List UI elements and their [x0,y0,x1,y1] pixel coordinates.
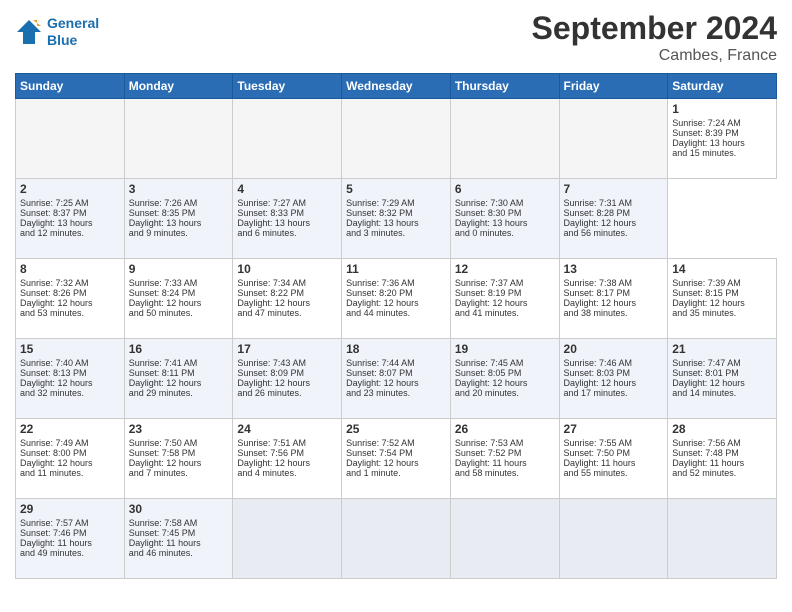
calendar-cell: 2Sunrise: 7:25 AMSunset: 8:37 PMDaylight… [16,179,125,259]
empty-cell [559,99,668,179]
calendar-cell [559,499,668,579]
calendar-cell: 18Sunrise: 7:44 AMSunset: 8:07 PMDayligh… [342,339,451,419]
col-sunday: Sunday [16,74,125,99]
col-saturday: Saturday [668,74,777,99]
calendar-cell: 28Sunrise: 7:56 AMSunset: 7:48 PMDayligh… [668,419,777,499]
calendar-cell [342,499,451,579]
title-block: September 2024 Cambes, France [532,10,777,65]
calendar-cell: 15Sunrise: 7:40 AMSunset: 8:13 PMDayligh… [16,339,125,419]
month-title: September 2024 [532,10,777,47]
calendar-header-row: Sunday Monday Tuesday Wednesday Thursday… [16,74,777,99]
empty-cell [450,99,559,179]
calendar-cell: 25Sunrise: 7:52 AMSunset: 7:54 PMDayligh… [342,419,451,499]
calendar-table: Sunday Monday Tuesday Wednesday Thursday… [15,73,777,579]
logo: General Blue [15,15,99,49]
empty-cell [342,99,451,179]
calendar-cell: 6Sunrise: 7:30 AMSunset: 8:30 PMDaylight… [450,179,559,259]
page-header: General Blue September 2024 Cambes, Fran… [15,10,777,65]
calendar-cell: 5Sunrise: 7:29 AMSunset: 8:32 PMDaylight… [342,179,451,259]
calendar-cell: 7Sunrise: 7:31 AMSunset: 8:28 PMDaylight… [559,179,668,259]
calendar-cell: 11Sunrise: 7:36 AMSunset: 8:20 PMDayligh… [342,259,451,339]
calendar-cell: 23Sunrise: 7:50 AMSunset: 7:58 PMDayligh… [124,419,233,499]
calendar-cell: 1Sunrise: 7:24 AMSunset: 8:39 PMDaylight… [668,99,777,179]
calendar-cell: 24Sunrise: 7:51 AMSunset: 7:56 PMDayligh… [233,419,342,499]
col-monday: Monday [124,74,233,99]
calendar-cell: 9Sunrise: 7:33 AMSunset: 8:24 PMDaylight… [124,259,233,339]
calendar-cell [233,499,342,579]
calendar-cell: 8Sunrise: 7:32 AMSunset: 8:26 PMDaylight… [16,259,125,339]
empty-cell [124,99,233,179]
calendar-cell: 20Sunrise: 7:46 AMSunset: 8:03 PMDayligh… [559,339,668,419]
calendar-cell: 3Sunrise: 7:26 AMSunset: 8:35 PMDaylight… [124,179,233,259]
calendar-cell: 4Sunrise: 7:27 AMSunset: 8:33 PMDaylight… [233,179,342,259]
calendar-cell: 21Sunrise: 7:47 AMSunset: 8:01 PMDayligh… [668,339,777,419]
calendar-cell: 26Sunrise: 7:53 AMSunset: 7:52 PMDayligh… [450,419,559,499]
col-friday: Friday [559,74,668,99]
calendar-cell: 19Sunrise: 7:45 AMSunset: 8:05 PMDayligh… [450,339,559,419]
logo-text-blue: Blue [47,32,99,49]
logo-text-general: General [47,15,99,32]
calendar-cell: 22Sunrise: 7:49 AMSunset: 8:00 PMDayligh… [16,419,125,499]
location: Cambes, France [532,47,777,65]
empty-cell [233,99,342,179]
calendar-cell: 29Sunrise: 7:57 AMSunset: 7:46 PMDayligh… [16,499,125,579]
col-tuesday: Tuesday [233,74,342,99]
calendar-cell: 16Sunrise: 7:41 AMSunset: 8:11 PMDayligh… [124,339,233,419]
calendar-cell [450,499,559,579]
logo-icon [15,18,43,46]
calendar-cell: 13Sunrise: 7:38 AMSunset: 8:17 PMDayligh… [559,259,668,339]
calendar-cell: 12Sunrise: 7:37 AMSunset: 8:19 PMDayligh… [450,259,559,339]
calendar-cell: 10Sunrise: 7:34 AMSunset: 8:22 PMDayligh… [233,259,342,339]
calendar-cell: 27Sunrise: 7:55 AMSunset: 7:50 PMDayligh… [559,419,668,499]
empty-cell [16,99,125,179]
calendar-cell: 17Sunrise: 7:43 AMSunset: 8:09 PMDayligh… [233,339,342,419]
calendar-cell [668,499,777,579]
calendar-cell: 14Sunrise: 7:39 AMSunset: 8:15 PMDayligh… [668,259,777,339]
calendar-cell: 30Sunrise: 7:58 AMSunset: 7:45 PMDayligh… [124,499,233,579]
col-wednesday: Wednesday [342,74,451,99]
page-container: General Blue September 2024 Cambes, Fran… [0,0,792,589]
col-thursday: Thursday [450,74,559,99]
